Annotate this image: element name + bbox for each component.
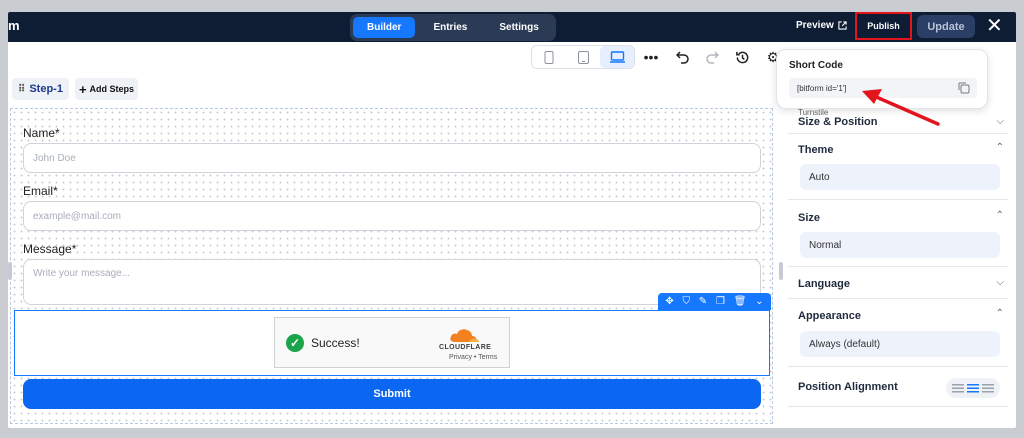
mobile-icon[interactable] xyxy=(532,46,566,68)
redo-icon[interactable] xyxy=(703,48,721,66)
chevron-down-icon[interactable]: ⌄ xyxy=(755,296,763,307)
field-settings-panel: Turnstile Size & Position ⌵ Theme ⌃ Auto… xyxy=(788,108,1008,424)
external-link-icon xyxy=(838,21,847,30)
steps-bar: ⠿ Step-1 + Add Steps xyxy=(12,78,139,100)
resize-handle-right[interactable] xyxy=(779,262,783,280)
app-frame: m Builder Entries Settings Preview Publi… xyxy=(8,12,1016,428)
message-placeholder: Write your message... xyxy=(33,268,131,279)
chevron-up-icon[interactable]: ⌃ xyxy=(996,308,1004,319)
email-input[interactable]: example@mail.com xyxy=(23,201,761,231)
privacy-terms-links[interactable]: Privacy • Terms xyxy=(449,354,497,361)
plus-icon: + xyxy=(78,81,87,97)
theme-title: Theme xyxy=(798,144,834,156)
size-title: Size xyxy=(798,212,821,224)
language-title: Language xyxy=(798,278,850,290)
top-bar: m Builder Entries Settings Preview Publi… xyxy=(8,12,1016,42)
short-code-value: [bitform id='1'] xyxy=(797,83,847,93)
email-label: Email* xyxy=(23,184,58,198)
turnstile-widget[interactable]: ✓ Success! CLOUDFLARE Privacy • Terms xyxy=(274,317,510,368)
position-alignment-title: Position Alignment xyxy=(798,381,898,393)
brand-title: m xyxy=(8,18,20,33)
device-switcher xyxy=(531,45,635,69)
chevron-down-icon: ⌵ xyxy=(996,116,1004,127)
align-center-icon[interactable] xyxy=(966,383,979,393)
more-icon[interactable]: ••• xyxy=(642,48,660,66)
align-right-icon[interactable] xyxy=(982,383,995,393)
size-section: Size ⌃ Normal xyxy=(788,200,1008,267)
update-button[interactable]: Update xyxy=(917,15,975,38)
edit-icon[interactable]: ✎ xyxy=(699,296,707,307)
drag-handle-icon: ⠿ xyxy=(18,83,26,95)
appearance-select[interactable]: Always (default) xyxy=(800,331,1000,357)
theme-select[interactable]: Auto xyxy=(800,164,1000,190)
chevron-down-icon: ⌵ xyxy=(996,277,1004,288)
add-steps-label: Add Steps xyxy=(89,84,135,94)
copy-icon[interactable]: ❐ xyxy=(716,296,725,307)
history-icon[interactable] xyxy=(733,48,751,66)
size-select[interactable]: Normal xyxy=(800,232,1000,258)
submit-button[interactable]: Submit xyxy=(23,379,761,409)
appearance-title: Appearance xyxy=(798,310,861,322)
close-icon[interactable]: ✕ xyxy=(986,15,1003,37)
desktop-icon[interactable] xyxy=(600,46,634,68)
step-label: Step-1 xyxy=(29,83,63,95)
undo-icon[interactable] xyxy=(674,48,692,66)
copy-icon[interactable] xyxy=(957,81,971,95)
preview-button[interactable]: Preview xyxy=(796,20,847,31)
short-code-title: Short Code xyxy=(789,60,843,71)
cloudflare-cloud-icon xyxy=(450,329,479,342)
field-control-bar: ✥ ⛉ ✎ ❐ 🗑 ⌄ xyxy=(658,293,771,310)
check-icon: ✓ xyxy=(286,334,304,352)
turnstile-status: Success! xyxy=(311,336,360,350)
align-left-icon[interactable] xyxy=(951,383,964,393)
appearance-section: Appearance ⌃ Always (default) xyxy=(788,299,1008,367)
message-label: Message* xyxy=(23,242,77,256)
resize-handle-left[interactable] xyxy=(8,262,12,280)
message-textarea[interactable]: Write your message... xyxy=(23,259,761,305)
cloudflare-brand: CLOUDFLARE xyxy=(439,344,492,351)
style-icon[interactable]: ⛉ xyxy=(683,296,691,307)
trash-icon[interactable]: 🗑 xyxy=(734,296,747,307)
size-position-row[interactable]: Size & Position ⌵ xyxy=(788,108,1008,134)
email-placeholder: example@mail.com xyxy=(33,210,121,222)
language-row[interactable]: Language ⌵ xyxy=(788,267,1008,299)
main-tabs: Builder Entries Settings xyxy=(350,14,556,41)
tab-entries[interactable]: Entries xyxy=(419,17,481,38)
tab-settings[interactable]: Settings xyxy=(485,17,552,38)
alignment-toggle xyxy=(946,378,1000,398)
chevron-up-icon[interactable]: ⌃ xyxy=(996,210,1004,221)
size-position-title: Size & Position xyxy=(798,116,878,128)
step-tab[interactable]: ⠿ Step-1 xyxy=(12,78,69,100)
chevron-up-icon[interactable]: ⌃ xyxy=(996,142,1004,153)
tablet-icon[interactable] xyxy=(566,46,600,68)
name-placeholder: John Doe xyxy=(33,152,76,164)
short-code-popover: Short Code [bitform id='1'] xyxy=(776,49,988,109)
move-icon[interactable]: ✥ xyxy=(665,296,673,307)
short-code-field[interactable]: [bitform id='1'] xyxy=(789,78,977,98)
position-alignment-row: Position Alignment xyxy=(788,367,1008,407)
name-input[interactable]: John Doe xyxy=(23,143,761,173)
preview-label: Preview xyxy=(796,20,834,31)
name-label: Name* xyxy=(23,126,60,140)
tab-builder[interactable]: Builder xyxy=(353,17,416,38)
publish-highlight: Publish xyxy=(855,12,912,40)
add-steps-button[interactable]: + Add Steps xyxy=(74,78,139,100)
theme-section: Theme ⌃ Auto xyxy=(788,134,1008,200)
publish-button[interactable]: Publish xyxy=(867,21,900,31)
